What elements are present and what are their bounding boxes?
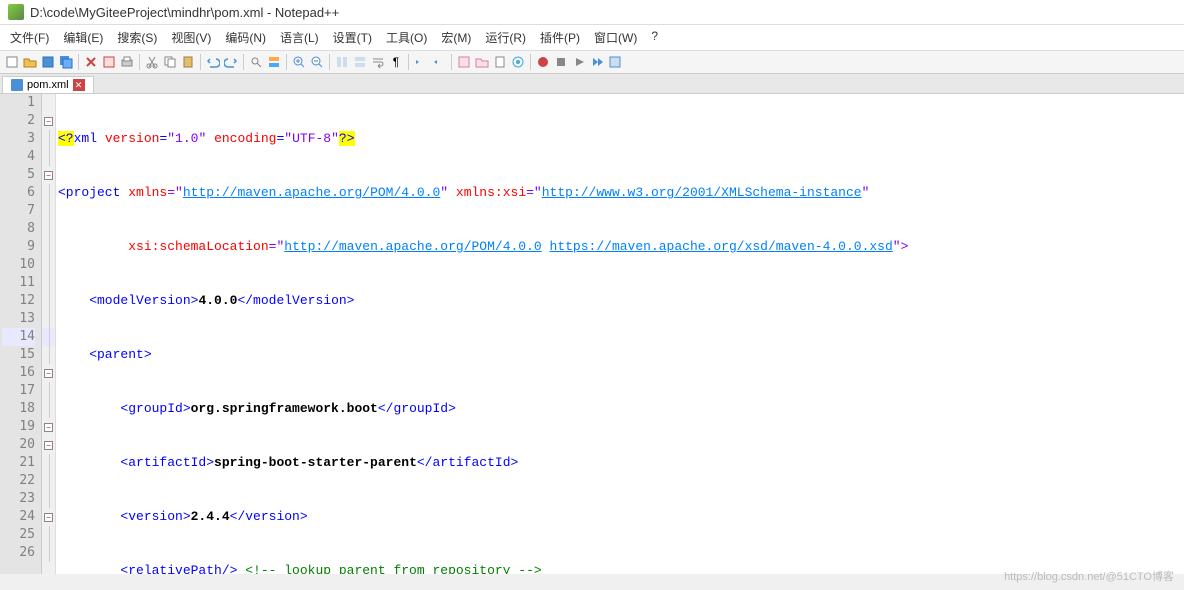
tab-close-icon[interactable]: ✕ xyxy=(73,79,85,91)
zoom-out-icon[interactable] xyxy=(309,54,325,70)
close-all-icon[interactable] xyxy=(101,54,117,70)
file-icon xyxy=(11,79,23,91)
sync-h-icon[interactable] xyxy=(352,54,368,70)
separator xyxy=(451,54,452,70)
outdent-icon[interactable] xyxy=(431,54,447,70)
menu-language[interactable]: 语言(L) xyxy=(274,27,325,48)
paste-icon[interactable] xyxy=(180,54,196,70)
separator xyxy=(243,54,244,70)
code-editor[interactable]: 1234567891011121314151617181920212223242… xyxy=(0,94,1184,574)
play-icon[interactable] xyxy=(571,54,587,70)
menu-encoding[interactable]: 编码(N) xyxy=(219,27,272,48)
copy-icon[interactable] xyxy=(162,54,178,70)
separator xyxy=(408,54,409,70)
indent-icon[interactable] xyxy=(413,54,429,70)
menu-view[interactable]: 视图(V) xyxy=(165,27,217,48)
save-icon[interactable] xyxy=(40,54,56,70)
wrap-icon[interactable] xyxy=(370,54,386,70)
separator xyxy=(329,54,330,70)
open-icon[interactable] xyxy=(22,54,38,70)
fold-gutter: − − − − − − xyxy=(42,94,56,574)
line-gutter: 1234567891011121314151617181920212223242… xyxy=(0,94,42,574)
title-bar: D:\code\MyGiteeProject\mindhr\pom.xml - … xyxy=(0,0,1184,25)
menu-window[interactable]: 窗口(W) xyxy=(588,27,643,48)
menu-plugins[interactable]: 插件(P) xyxy=(534,27,586,48)
zoom-in-icon[interactable] xyxy=(291,54,307,70)
separator xyxy=(139,54,140,70)
app-icon xyxy=(8,4,24,20)
tab-label: pom.xml xyxy=(27,79,69,91)
stop-icon[interactable] xyxy=(553,54,569,70)
new-icon[interactable] xyxy=(4,54,20,70)
menu-settings[interactable]: 设置(T) xyxy=(327,27,378,48)
record-icon[interactable] xyxy=(535,54,551,70)
separator xyxy=(286,54,287,70)
hidden-chars-icon[interactable]: ¶ xyxy=(388,54,404,70)
find-icon[interactable] xyxy=(248,54,264,70)
menu-edit[interactable]: 编辑(E) xyxy=(57,27,109,48)
menu-help[interactable]: ? xyxy=(645,27,664,48)
redo-icon[interactable] xyxy=(223,54,239,70)
cut-icon[interactable] xyxy=(144,54,160,70)
tab-bar: pom.xml ✕ xyxy=(0,74,1184,94)
menu-macro[interactable]: 宏(M) xyxy=(435,27,477,48)
menu-search[interactable]: 搜索(S) xyxy=(111,27,163,48)
monitor-icon[interactable] xyxy=(510,54,526,70)
sync-v-icon[interactable] xyxy=(334,54,350,70)
menu-bar: 文件(F) 编辑(E) 搜索(S) 视图(V) 编码(N) 语言(L) 设置(T… xyxy=(0,25,1184,51)
window-title: D:\code\MyGiteeProject\mindhr\pom.xml - … xyxy=(30,5,339,20)
menu-run[interactable]: 运行(R) xyxy=(479,27,532,48)
save-macro-icon[interactable] xyxy=(607,54,623,70)
menu-tools[interactable]: 工具(O) xyxy=(380,27,433,48)
replace-icon[interactable] xyxy=(266,54,282,70)
save-all-icon[interactable] xyxy=(58,54,74,70)
separator xyxy=(530,54,531,70)
undo-icon[interactable] xyxy=(205,54,221,70)
close-icon[interactable] xyxy=(83,54,99,70)
folder-icon[interactable] xyxy=(474,54,490,70)
watermark: https://blog.csdn.net/@51CTO博客 xyxy=(1004,568,1174,584)
separator xyxy=(200,54,201,70)
func-list-icon[interactable] xyxy=(456,54,472,70)
play-multi-icon[interactable] xyxy=(589,54,605,70)
doc-map-icon[interactable] xyxy=(492,54,508,70)
separator xyxy=(78,54,79,70)
menu-file[interactable]: 文件(F) xyxy=(4,27,55,48)
toolbar: ¶ xyxy=(0,51,1184,74)
print-icon[interactable] xyxy=(119,54,135,70)
tab-pom-xml[interactable]: pom.xml ✕ xyxy=(2,76,94,93)
code-area[interactable]: <?xml version="1.0" encoding="UTF-8"?> <… xyxy=(56,94,1184,574)
